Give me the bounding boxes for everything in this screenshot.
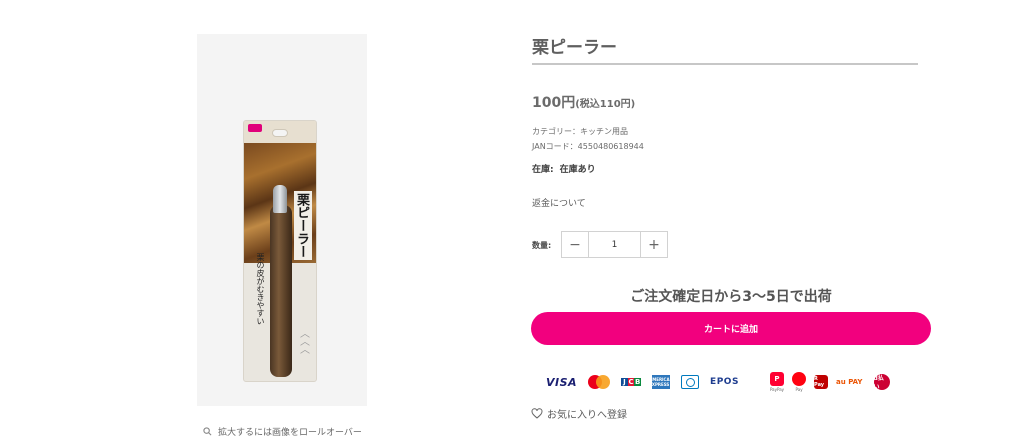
package-illustration: 栗ピーラー 栗の皮がむきやすい ︿ ︿ ︿ (243, 120, 317, 382)
epos-logo: EPOS (710, 377, 739, 387)
magnifier-icon (203, 427, 212, 436)
product-jan: JANコード：4550480618944 (532, 142, 644, 151)
zoom-hint-text: 拡大するには画像をロールオーバー (218, 428, 362, 438)
add-to-favorites-link[interactable]: お気に入りへ登録 (531, 406, 627, 421)
amex-logo: AMERICAN EXPRESS (649, 375, 673, 389)
rakuten-pay-logo: R Pay (814, 375, 829, 389)
product-image[interactable]: 栗ピーラー 栗の皮がむきやすい ︿ ︿ ︿ (197, 34, 367, 406)
product-title: 栗ピーラー (532, 38, 617, 58)
rakuten-pay-icon: R Pay (814, 375, 829, 389)
stock-value: 在庫あり (559, 165, 596, 175)
merpay-logo: Pay (792, 372, 807, 392)
product-price: 100円(税込110円) (532, 92, 635, 112)
stock-status: 在庫: 在庫あり (532, 162, 596, 175)
merpay-label: Pay (795, 387, 803, 392)
package-subtitle: 栗の皮がむきやすい (256, 253, 265, 325)
merpay-icon (792, 372, 807, 386)
chevron-icon: ︿ ︿ ︿ (300, 329, 310, 356)
brand-logo (248, 124, 262, 132)
hang-hole (272, 129, 288, 137)
price-main: 100円 (532, 95, 576, 111)
paypay-icon: P (769, 372, 784, 386)
peeler-blade (273, 185, 287, 213)
favorites-label: お気に入りへ登録 (547, 410, 627, 421)
paypay-logo: P PayPay (770, 372, 784, 392)
price-tax: (税込110円) (575, 99, 636, 110)
heart-icon (531, 408, 543, 419)
au-pay-logo: au PAY (836, 378, 863, 386)
mastercard-logo (588, 375, 611, 389)
zoom-hint: 拡大するには画像をロールオーバー (203, 425, 362, 438)
d-barai-logo: d払い (873, 374, 890, 391)
refund-link[interactable]: 返金について (532, 196, 586, 209)
diners-logo (681, 375, 700, 389)
breadcrumb (78, 0, 398, 2)
payment-methods: VISA JCB AMERICAN EXPRESS EPOS P PayPay … (546, 368, 926, 396)
shipping-note: ご注文確定日から3〜5日で出荷 (630, 289, 832, 305)
peeler-handle (270, 205, 292, 377)
product-category: カテゴリー：キッチン用品 (532, 127, 628, 136)
quantity-label: 数量: (532, 241, 552, 250)
title-divider (532, 63, 918, 65)
quantity-increase-button[interactable]: + (640, 232, 667, 257)
package-title: 栗ピーラー (294, 191, 312, 260)
jcb-logo: JCB (621, 375, 642, 389)
paypay-label: PayPay (769, 387, 785, 392)
quantity-stepper: − 1 + (561, 231, 668, 258)
quantity-input[interactable]: 1 (589, 232, 640, 257)
add-to-cart-button[interactable]: カートに追加 (531, 312, 931, 345)
quantity-decrease-button[interactable]: − (562, 232, 589, 257)
stock-label: 在庫: (532, 165, 554, 175)
visa-logo: VISA (546, 375, 578, 389)
